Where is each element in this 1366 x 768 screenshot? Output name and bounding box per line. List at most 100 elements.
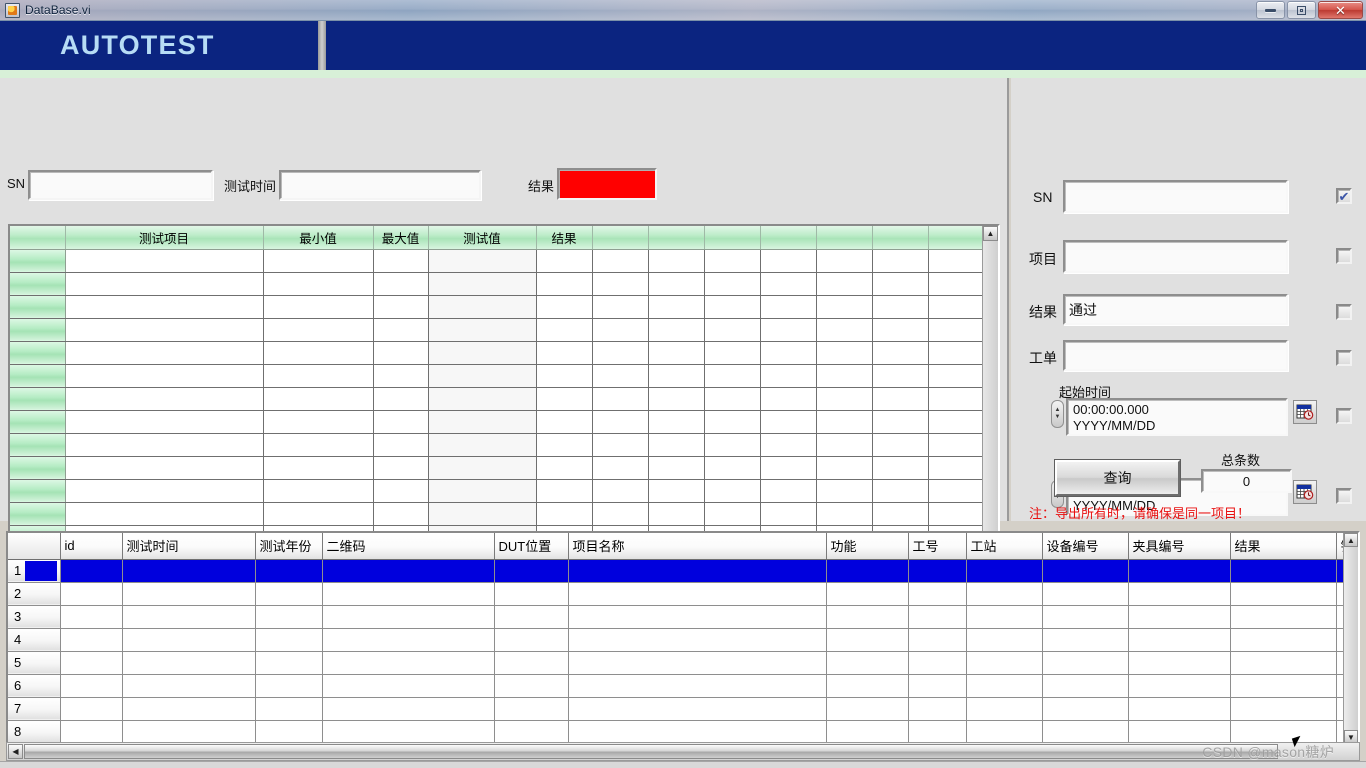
main-cell[interactable] [928, 341, 982, 365]
records-cell[interactable] [255, 674, 323, 698]
main-col-header-8[interactable] [704, 226, 761, 250]
records-cell[interactable] [908, 674, 967, 698]
main-cell[interactable] [928, 410, 982, 434]
main-cell[interactable] [263, 502, 374, 526]
records-cell[interactable] [1042, 605, 1129, 629]
records-cell[interactable] [122, 651, 256, 675]
records-cell[interactable] [826, 720, 909, 744]
filter-workorder-input[interactable] [1063, 340, 1288, 371]
records-cell[interactable] [568, 582, 827, 606]
records-col-header-8[interactable]: 工号 [908, 533, 967, 560]
records-cell[interactable] [826, 628, 909, 652]
records-cell[interactable] [568, 559, 827, 583]
main-cell[interactable] [872, 249, 929, 273]
records-cell[interactable] [908, 605, 967, 629]
main-cell[interactable] [263, 456, 374, 480]
records-cell[interactable] [255, 720, 323, 744]
records-cell[interactable] [908, 559, 967, 583]
main-col-header-2[interactable]: 最小值 [263, 226, 374, 250]
main-cell[interactable] [65, 433, 264, 457]
records-cell[interactable] [568, 651, 827, 675]
main-col-header-12[interactable] [928, 226, 982, 250]
records-cell[interactable] [568, 697, 827, 721]
main-col-header-9[interactable] [760, 226, 817, 250]
main-cell[interactable] [536, 341, 593, 365]
main-cell[interactable] [263, 479, 374, 503]
main-cell[interactable] [816, 456, 873, 480]
main-cell[interactable] [65, 387, 264, 411]
filter-result-checkbox[interactable] [1336, 304, 1352, 320]
main-cell[interactable] [648, 364, 705, 388]
main-cell[interactable] [65, 410, 264, 434]
main-cell[interactable] [592, 410, 649, 434]
records-cell[interactable] [826, 559, 909, 583]
records-cell[interactable] [1230, 559, 1337, 583]
records-cell[interactable] [826, 605, 909, 629]
main-cell[interactable] [536, 410, 593, 434]
foot-scroll-thumb[interactable] [24, 744, 1278, 759]
main-cell[interactable] [428, 364, 537, 388]
main-cell[interactable] [816, 318, 873, 342]
records-hscrollbar[interactable]: ◀ [6, 742, 1360, 761]
records-cell[interactable] [1230, 605, 1337, 629]
main-cell[interactable] [536, 433, 593, 457]
main-cell[interactable] [704, 364, 761, 388]
records-cell[interactable] [568, 720, 827, 744]
records-cell[interactable] [1128, 628, 1231, 652]
records-scroll-up-icon[interactable]: ▲ [1344, 533, 1358, 547]
main-cell[interactable] [872, 341, 929, 365]
records-cell[interactable] [1230, 582, 1337, 606]
main-cell[interactable] [704, 249, 761, 273]
records-cell[interactable] [1128, 674, 1231, 698]
main-cell[interactable] [760, 364, 817, 388]
main-cell[interactable] [928, 502, 982, 526]
main-cell[interactable] [648, 502, 705, 526]
main-cell[interactable] [704, 410, 761, 434]
records-row-index[interactable]: 1 [8, 559, 61, 583]
main-cell[interactable] [263, 341, 374, 365]
table-row[interactable]: 1 [8, 559, 1358, 583]
main-cell[interactable] [373, 433, 429, 457]
test-time-display[interactable] [279, 170, 481, 200]
main-col-header-7[interactable] [648, 226, 705, 250]
main-cell[interactable] [373, 502, 429, 526]
main-cell[interactable] [65, 295, 264, 319]
main-cell[interactable] [373, 341, 429, 365]
records-col-header-4[interactable]: 二维码 [322, 533, 495, 560]
main-cell[interactable] [536, 387, 593, 411]
records-col-header-10[interactable]: 设备编号 [1042, 533, 1129, 560]
records-cell[interactable] [494, 582, 569, 606]
table-row[interactable] [10, 479, 982, 503]
main-cell[interactable] [704, 295, 761, 319]
records-cell[interactable] [122, 674, 256, 698]
query-button[interactable]: 查询 [1055, 460, 1180, 496]
records-cell[interactable] [966, 605, 1043, 629]
main-cell[interactable] [373, 387, 429, 411]
main-cell[interactable] [592, 295, 649, 319]
main-cell[interactable] [648, 456, 705, 480]
records-cell[interactable] [1042, 651, 1129, 675]
main-cell[interactable] [263, 249, 374, 273]
records-cell[interactable] [966, 720, 1043, 744]
records-cell[interactable] [1128, 582, 1231, 606]
records-cell[interactable] [322, 559, 495, 583]
foot-scroll-left-icon[interactable]: ◀ [8, 744, 23, 759]
main-col-header-10[interactable] [816, 226, 873, 250]
main-col-header-5[interactable]: 结果 [536, 226, 593, 250]
records-cell[interactable] [122, 697, 256, 721]
records-cell[interactable] [908, 628, 967, 652]
main-cell[interactable] [373, 272, 429, 296]
records-cell[interactable] [1230, 720, 1337, 744]
main-col-header-4[interactable]: 测试值 [428, 226, 537, 250]
close-button[interactable]: ✕ [1318, 1, 1363, 19]
main-cell[interactable] [872, 479, 929, 503]
records-table[interactable]: id测试时间测试年份二维码DUT位置项目名称功能工号工站设备编号夹具编号结果错误… [6, 531, 1360, 746]
main-table-vscrollbar[interactable]: ▲ ▼ [982, 226, 998, 578]
main-cell[interactable] [816, 479, 873, 503]
records-cell[interactable] [908, 651, 967, 675]
records-cell[interactable] [826, 582, 909, 606]
main-cell[interactable] [704, 433, 761, 457]
main-col-header-1[interactable]: 测试项目 [65, 226, 264, 250]
records-col-header-5[interactable]: DUT位置 [494, 533, 569, 560]
main-cell[interactable] [65, 502, 264, 526]
